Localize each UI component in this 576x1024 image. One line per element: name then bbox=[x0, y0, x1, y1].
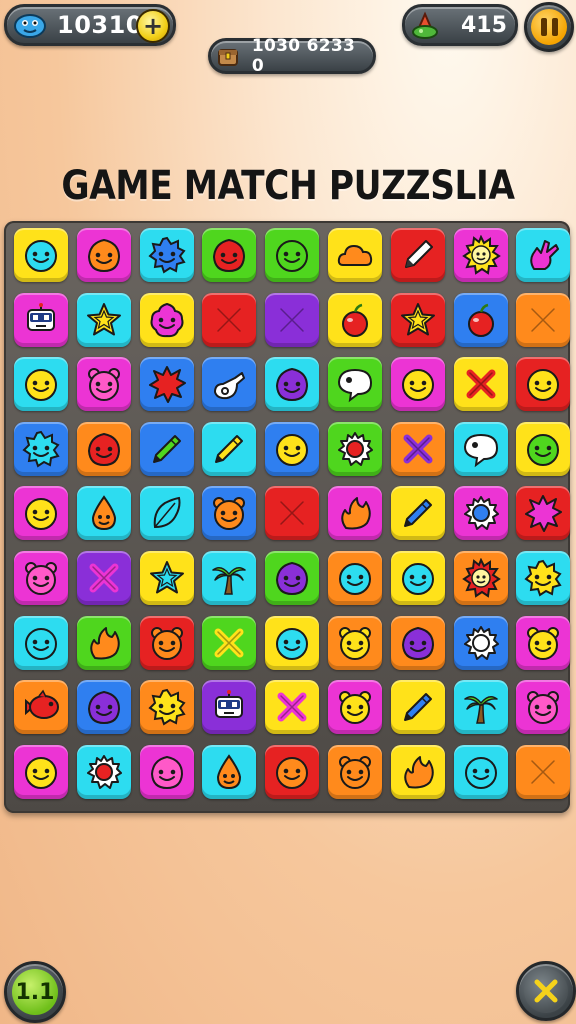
coin-count: 10310 bbox=[57, 11, 143, 39]
tile[interactable] bbox=[328, 551, 382, 605]
tile[interactable] bbox=[14, 680, 68, 735]
gem-counter: 415 bbox=[402, 4, 518, 46]
tile[interactable] bbox=[516, 357, 571, 412]
tile[interactable] bbox=[453, 357, 508, 412]
tile[interactable] bbox=[14, 421, 68, 476]
tile[interactable] bbox=[390, 551, 445, 605]
tile[interactable] bbox=[390, 615, 445, 670]
gem-count: 415 bbox=[461, 12, 507, 38]
tile[interactable] bbox=[328, 486, 382, 541]
chest-icon bbox=[214, 43, 242, 69]
game-title: GAME MATCH PUZZSLIA bbox=[61, 163, 515, 209]
tile[interactable] bbox=[328, 680, 382, 735]
tile[interactable] bbox=[328, 615, 382, 670]
tile[interactable] bbox=[139, 615, 194, 670]
tile[interactable] bbox=[202, 357, 257, 412]
tile[interactable] bbox=[265, 615, 320, 670]
close-icon bbox=[524, 969, 568, 1013]
tile[interactable] bbox=[390, 744, 445, 799]
tile[interactable] bbox=[390, 486, 445, 541]
puzzle-board bbox=[4, 221, 571, 813]
tile[interactable] bbox=[14, 551, 68, 605]
tile[interactable] bbox=[139, 680, 194, 735]
potion-icon bbox=[407, 10, 443, 40]
level-label: 1.1 bbox=[12, 969, 58, 1015]
tile[interactable] bbox=[76, 680, 131, 735]
tile[interactable] bbox=[516, 486, 571, 541]
tile[interactable] bbox=[76, 744, 131, 799]
tile[interactable] bbox=[202, 421, 257, 476]
tile[interactable] bbox=[265, 228, 320, 282]
tile[interactable] bbox=[76, 292, 131, 347]
tile[interactable] bbox=[202, 744, 257, 799]
tile[interactable] bbox=[516, 228, 571, 282]
score-text: 1030 6233 0 bbox=[251, 36, 356, 76]
tile[interactable] bbox=[265, 421, 320, 476]
tile[interactable] bbox=[328, 421, 382, 476]
tile[interactable] bbox=[516, 615, 571, 670]
tile[interactable] bbox=[328, 292, 382, 347]
tile[interactable] bbox=[328, 228, 382, 282]
tile[interactable] bbox=[202, 486, 257, 541]
tile[interactable] bbox=[453, 228, 508, 282]
tile[interactable] bbox=[265, 744, 320, 799]
tile[interactable] bbox=[76, 228, 131, 282]
tile[interactable] bbox=[139, 744, 194, 799]
pause-icon bbox=[531, 9, 567, 45]
tile[interactable] bbox=[265, 486, 320, 541]
tile[interactable] bbox=[328, 357, 382, 412]
tile[interactable] bbox=[139, 228, 194, 282]
tile[interactable] bbox=[14, 615, 68, 670]
tile[interactable] bbox=[453, 680, 508, 735]
tile[interactable] bbox=[14, 357, 68, 412]
tile[interactable] bbox=[76, 421, 131, 476]
tile[interactable] bbox=[139, 551, 194, 605]
tile[interactable] bbox=[453, 744, 508, 799]
coin-counter: 10310 + bbox=[4, 4, 176, 46]
tile[interactable] bbox=[390, 292, 445, 347]
tile[interactable] bbox=[516, 421, 571, 476]
close-button[interactable] bbox=[516, 961, 576, 1021]
tile[interactable] bbox=[516, 744, 571, 799]
tile[interactable] bbox=[265, 292, 320, 347]
tile[interactable] bbox=[202, 680, 257, 735]
tile[interactable] bbox=[265, 357, 320, 412]
tile[interactable] bbox=[453, 615, 508, 670]
tile[interactable] bbox=[202, 292, 257, 347]
tile[interactable] bbox=[390, 680, 445, 735]
tile[interactable] bbox=[76, 551, 131, 605]
tile[interactable] bbox=[390, 228, 445, 282]
tile[interactable] bbox=[516, 292, 571, 347]
tile[interactable] bbox=[390, 421, 445, 476]
tile[interactable] bbox=[139, 292, 194, 347]
tile[interactable] bbox=[265, 551, 320, 605]
tile[interactable] bbox=[14, 292, 68, 347]
tile[interactable] bbox=[139, 357, 194, 412]
tile[interactable] bbox=[139, 421, 194, 476]
tile[interactable] bbox=[453, 486, 508, 541]
tile[interactable] bbox=[139, 486, 194, 541]
tile[interactable] bbox=[453, 292, 508, 347]
tile[interactable] bbox=[202, 551, 257, 605]
tile[interactable] bbox=[14, 744, 68, 799]
tile[interactable] bbox=[453, 421, 508, 476]
tile[interactable] bbox=[390, 357, 445, 412]
tile[interactable] bbox=[202, 228, 257, 282]
level-button[interactable]: 1.1 bbox=[4, 961, 66, 1023]
tile[interactable] bbox=[516, 680, 571, 735]
pause-button[interactable] bbox=[524, 2, 574, 52]
add-coins-button[interactable]: + bbox=[136, 9, 170, 43]
tile[interactable] bbox=[453, 551, 508, 605]
score-counter: 1030 6233 0 bbox=[208, 36, 376, 76]
tile[interactable] bbox=[76, 486, 131, 541]
tile[interactable] bbox=[14, 486, 68, 541]
tile[interactable] bbox=[328, 744, 382, 799]
tile[interactable] bbox=[516, 551, 571, 605]
tile[interactable] bbox=[202, 615, 257, 670]
tile[interactable] bbox=[76, 615, 131, 670]
tile[interactable] bbox=[76, 357, 131, 412]
tile[interactable] bbox=[265, 680, 320, 735]
piggy-bank-icon bbox=[13, 11, 47, 39]
tile[interactable] bbox=[14, 228, 68, 282]
